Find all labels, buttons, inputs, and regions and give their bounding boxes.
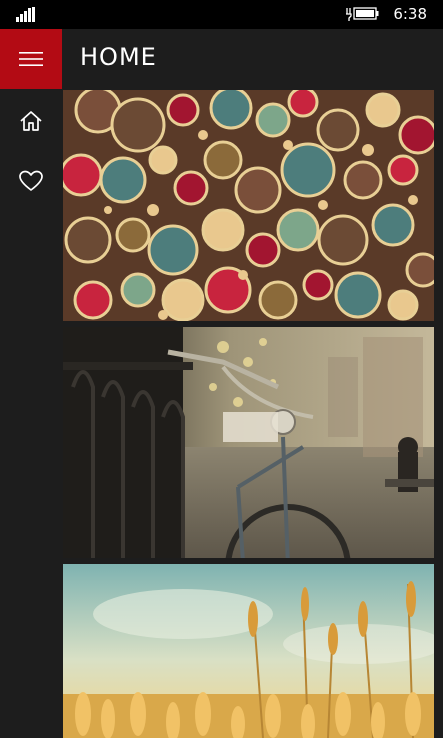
bicycle-image bbox=[63, 327, 434, 558]
nav-item-home[interactable] bbox=[0, 91, 62, 151]
page-title: HOME bbox=[80, 43, 157, 71]
photo-gallery bbox=[62, 89, 443, 738]
clock: 6:38 bbox=[393, 5, 427, 23]
photo-tile-bicycle[interactable] bbox=[63, 327, 434, 558]
hamburger-menu-button[interactable] bbox=[0, 29, 62, 89]
photo-tile-circles[interactable] bbox=[63, 90, 434, 321]
hamburger-menu-icon bbox=[19, 52, 43, 66]
wheat-field-image bbox=[63, 564, 434, 738]
heart-icon bbox=[19, 170, 43, 191]
app-header: HOME bbox=[62, 29, 443, 89]
circles-pattern-image bbox=[63, 90, 434, 321]
battery-charging-icon bbox=[346, 5, 380, 22]
status-bar: 6:38 bbox=[0, 0, 443, 29]
signal-icon bbox=[16, 7, 36, 22]
navigation-pane bbox=[0, 29, 62, 738]
nav-item-favorites[interactable] bbox=[0, 151, 62, 211]
home-icon bbox=[20, 111, 42, 131]
photo-tile-wheat[interactable] bbox=[63, 564, 434, 738]
